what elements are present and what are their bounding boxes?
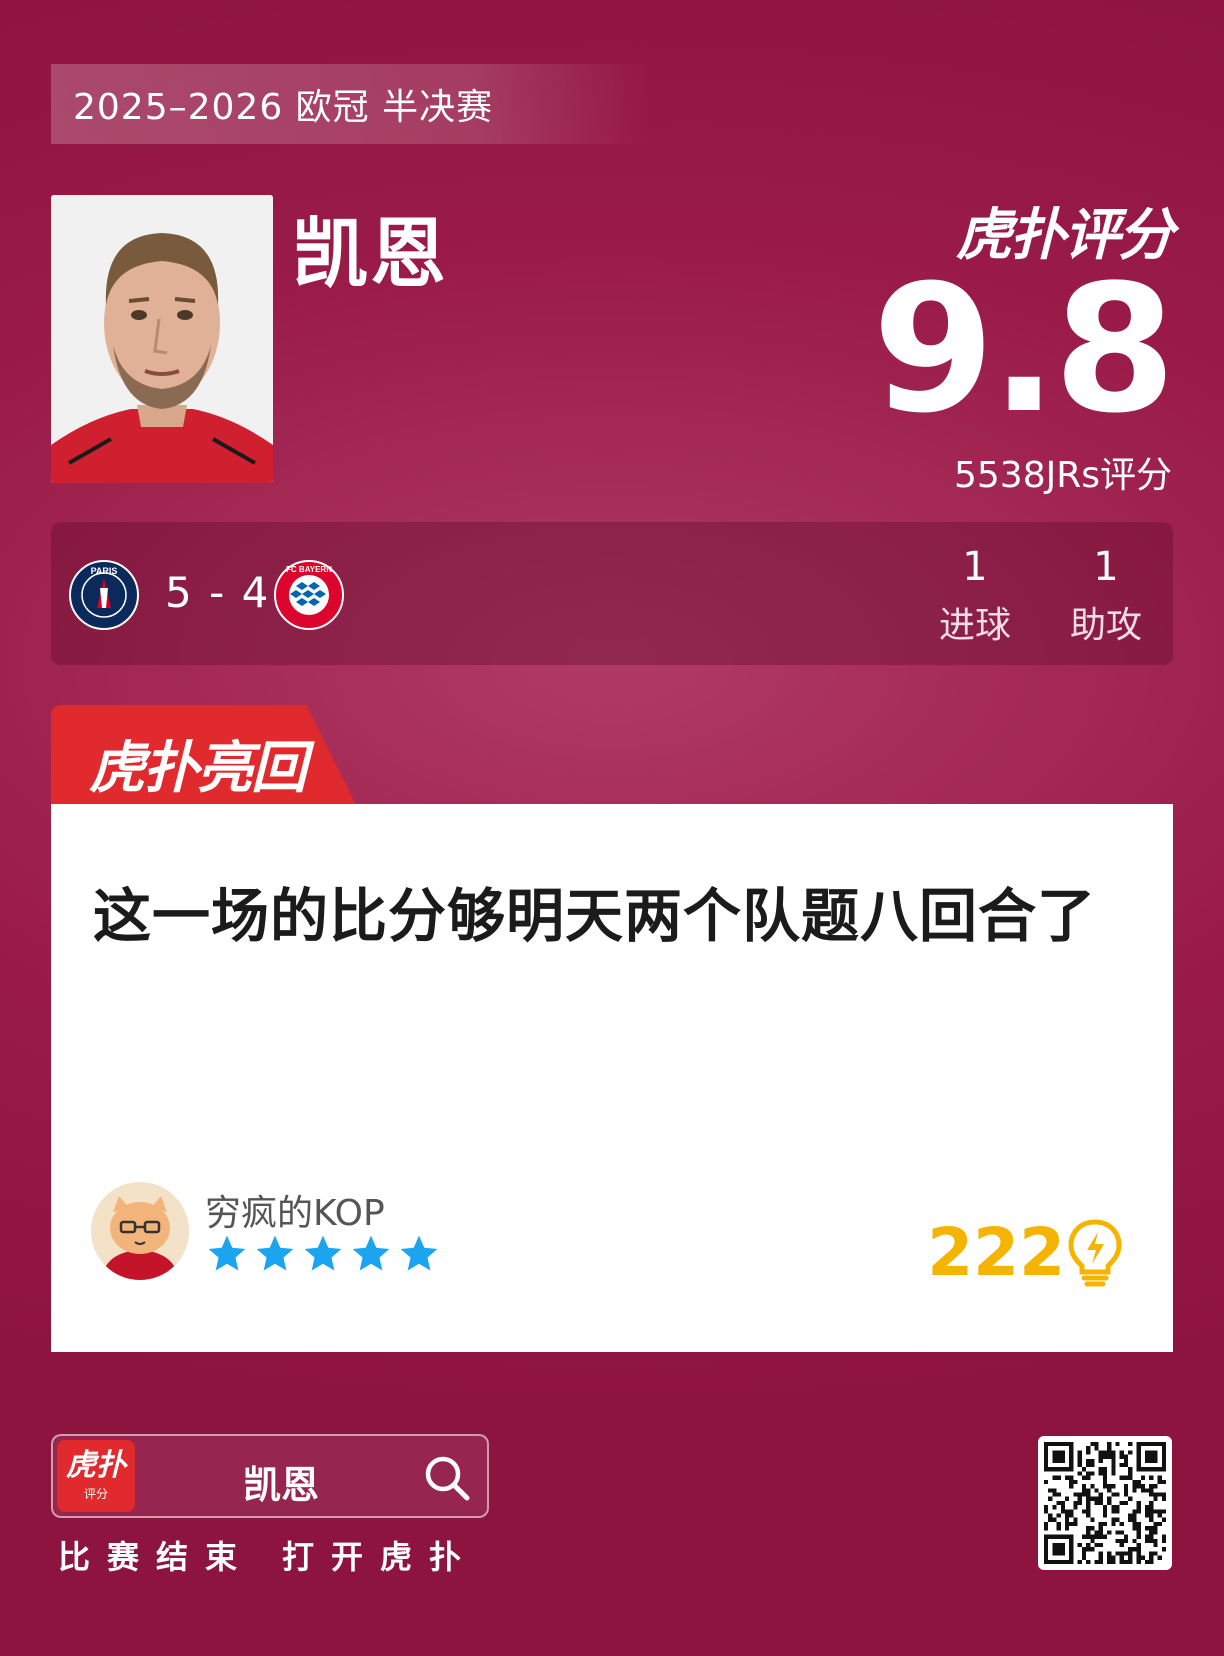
match-title-banner: 2025–2026 欧冠 半决赛 [51, 64, 651, 144]
footer-caption-right: 打开虎扑 [282, 1538, 479, 1576]
app-icon-subtitle: 评分 [83, 1486, 108, 1501]
username[interactable]: 穷疯的KOP [205, 1184, 385, 1236]
bayern-crest-icon: FC BAYERN [274, 560, 344, 630]
lightbulb-icon[interactable] [1065, 1218, 1125, 1288]
stat-goals: 1 进球 [925, 544, 1025, 648]
footer-caption: 比赛结束 打开虎扑 [58, 1532, 506, 1578]
qr-code-image [1044, 1442, 1166, 1564]
footer-caption-left: 比赛结束 [58, 1538, 255, 1576]
goals-label: 进球 [938, 605, 1011, 646]
star-icon [304, 1235, 342, 1271]
rating-score: 9.8 [872, 247, 1176, 452]
hupu-search-box[interactable]: 虎扑 评分 凯恩 [51, 1434, 489, 1518]
match-score-bar: PARIS 5 - 4 FC BAYERN 1 进球 1 助攻 [51, 522, 1173, 665]
highlight-reply-tab: 虎扑亮回复 [51, 705, 356, 805]
stat-assists: 1 助攻 [1056, 544, 1156, 648]
search-query: 凯恩 [243, 1463, 320, 1507]
goals-value: 1 [962, 544, 988, 590]
rating-count: 5538JRs评分 [953, 455, 1172, 496]
app-icon-title: 虎扑 [66, 1447, 126, 1483]
comment-card[interactable]: 这一场的比分够明天两个队题八回合了 穷疯的KOP 222 [51, 804, 1173, 1352]
avatar-cat-icon [91, 1182, 189, 1280]
star-icon [208, 1235, 246, 1271]
player-photo [51, 195, 273, 483]
psg-crest-icon: PARIS [69, 560, 139, 630]
bayern-ring-text: FC BAYERN [286, 565, 332, 574]
star-icon [352, 1235, 390, 1271]
assists-value: 1 [1093, 544, 1119, 590]
star-icon [400, 1235, 438, 1271]
player-name: 凯恩 [292, 209, 448, 298]
match-score: 5 - 4 [165, 568, 271, 617]
like-count: 222 [927, 1214, 1065, 1291]
comment-text: 这一场的比分够明天两个队题八回合了 [93, 882, 1097, 950]
assists-label: 助攻 [1069, 605, 1142, 646]
qr-code[interactable] [1038, 1436, 1172, 1570]
search-icon[interactable] [423, 1454, 471, 1502]
player-portrait-image [51, 195, 273, 483]
hupu-app-icon[interactable]: 虎扑 评分 [57, 1440, 135, 1512]
psg-ring-text: PARIS [91, 566, 118, 576]
user-avatar[interactable] [91, 1182, 189, 1280]
match-title: 2025–2026 欧冠 半决赛 [73, 87, 494, 128]
user-level-stars [205, 1232, 441, 1276]
star-icon [256, 1235, 294, 1271]
